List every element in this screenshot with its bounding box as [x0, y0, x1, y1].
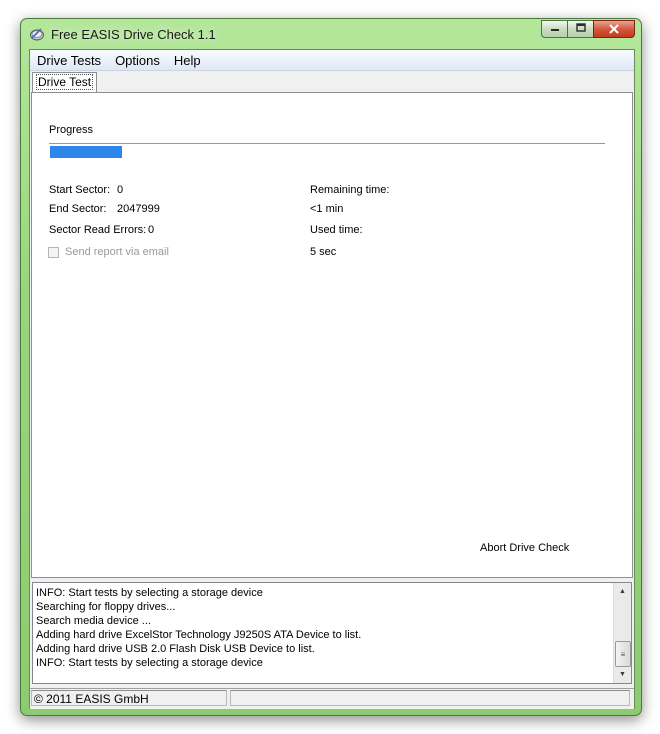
maximize-button[interactable] — [567, 20, 593, 38]
tab-drive-test[interactable]: Drive Test — [32, 72, 98, 93]
sector-read-errors-label: Sector Read Errors: — [49, 224, 147, 236]
menu-help[interactable]: Help — [167, 50, 208, 70]
client-area: Drive Tests Options Help Drive Test Prog… — [29, 49, 635, 709]
scroll-thumb[interactable]: ≡ — [615, 641, 631, 667]
window-title: Free EASIS Drive Check 1.1 — [51, 27, 216, 42]
log-output[interactable]: INFO: Start tests by selecting a storage… — [32, 582, 632, 684]
abort-drive-check-button[interactable]: Abort Drive Check — [480, 542, 569, 554]
progress-label: Progress — [49, 124, 94, 136]
log-scrollbar[interactable]: ▲ ≡ ▼ — [613, 583, 631, 683]
log-line: Search media device ... — [36, 615, 151, 627]
status-bar: © 2011 EASIS GmbH — [30, 688, 634, 709]
send-report-checkbox — [48, 246, 59, 258]
minimize-button[interactable] — [541, 20, 567, 38]
tab-strip: Drive Test — [30, 71, 634, 93]
log-line: INFO: Start tests by selecting a storage… — [36, 587, 263, 599]
drive-check-icon — [29, 26, 45, 42]
log-line: Adding hard drive ExcelStor Technology J… — [36, 629, 362, 641]
status-copyright: © 2011 EASIS GmbH — [31, 690, 227, 706]
scroll-up-icon[interactable]: ▲ — [614, 583, 631, 600]
end-sector-value: 2047999 — [117, 203, 160, 215]
log-line: Adding hard drive USB 2.0 Flash Disk USB… — [36, 643, 315, 655]
log-lines: INFO: Start tests by selecting a storage… — [36, 586, 361, 670]
send-report-option: Send report via email — [48, 245, 169, 259]
maximize-icon — [575, 23, 586, 35]
log-line: Searching for floppy drives... — [36, 601, 176, 613]
scroll-down-icon[interactable]: ▼ — [614, 666, 631, 683]
progress-bar — [49, 143, 605, 158]
used-time-label: Used time: — [310, 224, 363, 236]
drive-test-panel: Progress Start Sector: 0 End Sector: 204… — [31, 92, 633, 578]
start-sector-label: Start Sector: — [49, 184, 111, 196]
send-report-label: Send report via email — [65, 246, 169, 258]
remaining-time-label: Remaining time: — [310, 184, 390, 196]
remaining-time-value: <1 min — [310, 203, 344, 215]
tab-drive-test-label: Drive Test — [35, 74, 94, 90]
close-icon — [609, 22, 619, 37]
progress-bar-fill — [50, 146, 122, 158]
end-sector-label: End Sector: — [49, 203, 107, 215]
main-window: Free EASIS Drive Check 1.1 Drive Tests O… — [20, 18, 642, 716]
sector-read-errors-value: 0 — [148, 224, 155, 236]
minimize-icon — [550, 23, 560, 35]
close-button[interactable] — [593, 20, 635, 38]
title-bar[interactable]: Free EASIS Drive Check 1.1 — [21, 19, 641, 49]
menu-drive-tests[interactable]: Drive Tests — [30, 50, 108, 70]
log-line: INFO: Start tests by selecting a storage… — [36, 657, 263, 669]
start-sector-value: 0 — [117, 184, 124, 196]
menu-bar: Drive Tests Options Help — [30, 50, 634, 71]
used-time-value: 5 sec — [310, 246, 337, 258]
caption-buttons — [541, 20, 635, 40]
menu-options[interactable]: Options — [108, 50, 167, 70]
status-pane-empty — [230, 690, 630, 706]
